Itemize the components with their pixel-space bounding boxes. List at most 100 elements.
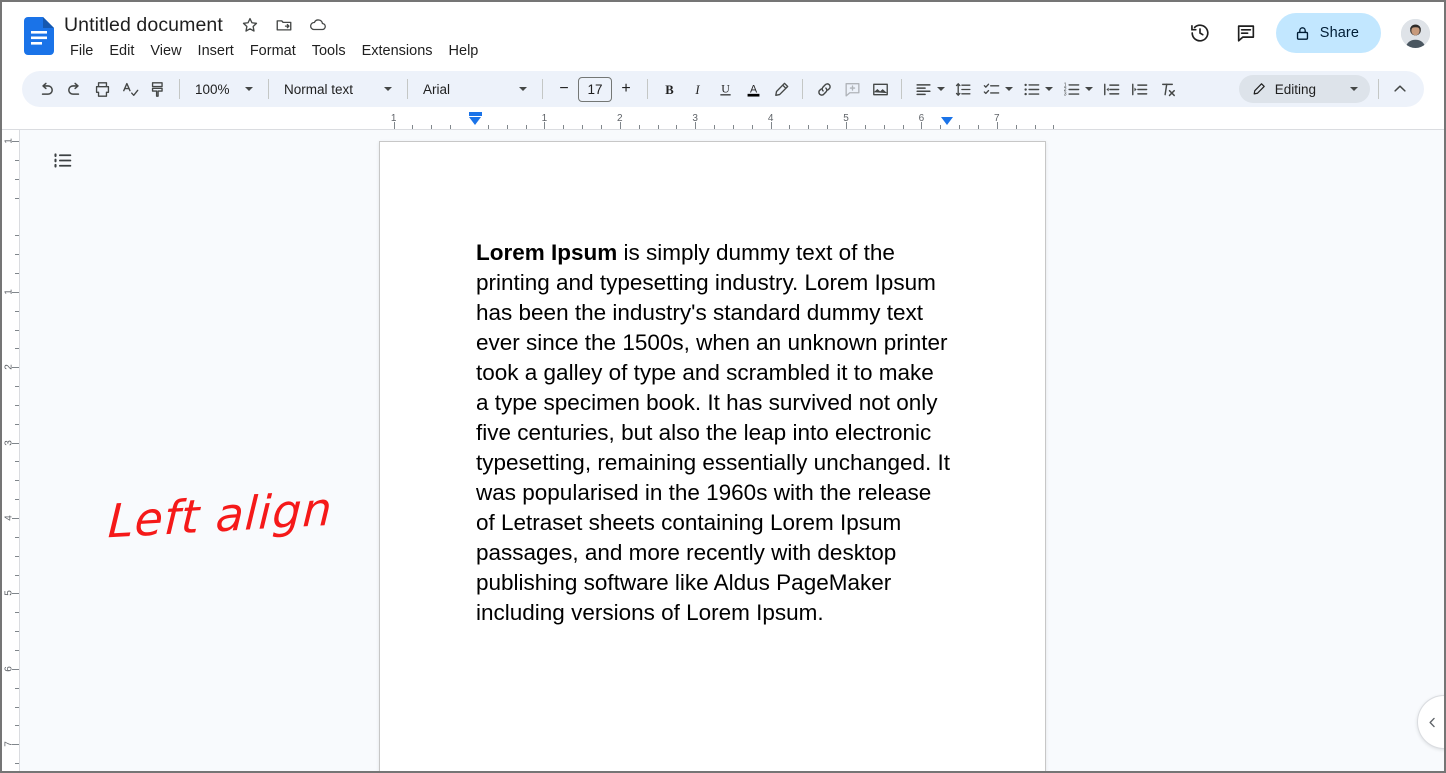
- ruler-tick-minor: [1053, 125, 1055, 129]
- ruler-tick-minor: [506, 125, 508, 129]
- left-indent-marker[interactable]: [469, 112, 482, 116]
- menu-view[interactable]: View: [142, 41, 189, 61]
- ruler-tick-minor: [431, 125, 433, 129]
- bulleted-list-icon[interactable]: [1017, 75, 1045, 103]
- chevron-down-icon[interactable]: [1045, 87, 1053, 91]
- comment-icon[interactable]: [1226, 13, 1266, 53]
- editing-mode-label: Editing: [1274, 81, 1316, 97]
- page-title[interactable]: Untitled document: [62, 13, 225, 38]
- toolbar-container: 100% Normal text Arial − 17 + B I U A 1 …: [0, 68, 1446, 110]
- paint-format-button[interactable]: [144, 75, 172, 103]
- align-control[interactable]: [909, 75, 949, 103]
- ruler-tick-minor: [412, 125, 414, 129]
- chevron-down-icon[interactable]: [1085, 87, 1093, 91]
- zoom-value: 100%: [195, 81, 230, 97]
- chevron-down-icon[interactable]: [1005, 87, 1013, 91]
- checklist-icon[interactable]: [977, 75, 1005, 103]
- decrease-font-size-button[interactable]: −: [550, 75, 578, 103]
- text-color-button[interactable]: A: [739, 75, 767, 103]
- avatar[interactable]: [1399, 16, 1432, 50]
- editing-mode-dropdown[interactable]: Editing: [1238, 75, 1370, 103]
- spellcheck-button[interactable]: [116, 75, 144, 103]
- increase-font-size-button[interactable]: +: [612, 75, 640, 103]
- cloud-saved-icon[interactable]: [307, 14, 329, 36]
- align-left-icon[interactable]: [909, 75, 937, 103]
- underline-button[interactable]: U: [711, 75, 739, 103]
- ruler-label: 3: [692, 113, 698, 124]
- bold-button[interactable]: B: [655, 75, 683, 103]
- ruler-tick-minor: [959, 125, 961, 129]
- move-to-folder-icon[interactable]: [273, 14, 295, 36]
- italic-button[interactable]: I: [683, 75, 711, 103]
- chevron-down-icon: [384, 87, 392, 91]
- insert-image-button[interactable]: [866, 75, 894, 103]
- paragraph-bold-lead: Lorem Ipsum: [476, 240, 618, 265]
- menu-extensions[interactable]: Extensions: [354, 41, 441, 61]
- undo-button[interactable]: [32, 75, 60, 103]
- print-button[interactable]: [88, 75, 116, 103]
- first-line-indent-marker[interactable]: [469, 117, 481, 125]
- vruler-tick-minor: [15, 725, 19, 727]
- menu-insert[interactable]: Insert: [190, 41, 242, 61]
- paragraph-body-text: is simply dummy text of the printing and…: [476, 240, 951, 625]
- svg-text:A: A: [749, 83, 757, 95]
- vruler-label: 4: [3, 515, 15, 521]
- ruler-tick-minor: [883, 125, 885, 129]
- svg-text:3: 3: [1063, 91, 1066, 97]
- ruler-tick-minor: [714, 125, 716, 129]
- menu-format[interactable]: Format: [242, 41, 304, 61]
- increase-indent-button[interactable]: [1125, 75, 1153, 103]
- document-paragraph[interactable]: Lorem Ipsum is simply dummy text of the …: [476, 238, 951, 628]
- vruler-tick-minor: [15, 480, 19, 482]
- chevron-down-icon[interactable]: [937, 87, 945, 91]
- right-indent-marker[interactable]: [941, 117, 953, 125]
- star-icon[interactable]: [239, 14, 261, 36]
- collapse-toolbar-button[interactable]: [1386, 75, 1414, 103]
- ruler-tick-minor: [940, 125, 942, 129]
- header-actions: Share: [1180, 13, 1432, 53]
- ruler-tick-minor: [450, 125, 452, 129]
- docs-file-icon[interactable]: [24, 17, 54, 55]
- document-outline-icon[interactable]: [42, 140, 82, 180]
- clear-formatting-button[interactable]: [1153, 75, 1181, 103]
- line-spacing-button[interactable]: [949, 75, 977, 103]
- bulleted-list-control[interactable]: [1017, 75, 1057, 103]
- zoom-dropdown[interactable]: 100%: [187, 75, 261, 103]
- menu-file[interactable]: File: [62, 41, 101, 61]
- pencil-icon: [1253, 83, 1265, 95]
- insert-link-button[interactable]: [810, 75, 838, 103]
- highlight-color-button[interactable]: [767, 75, 795, 103]
- svg-text:B: B: [665, 82, 674, 96]
- numbered-list-control[interactable]: 1 2 3: [1057, 75, 1097, 103]
- vruler-tick-minor: [15, 631, 19, 633]
- ruler-tick-minor: [487, 125, 489, 129]
- redo-button[interactable]: [60, 75, 88, 103]
- vruler-tick-minor: [15, 461, 19, 463]
- document-page[interactable]: Lorem Ipsum is simply dummy text of the …: [379, 141, 1046, 773]
- menu-edit[interactable]: Edit: [101, 41, 142, 61]
- numbered-list-icon[interactable]: 1 2 3: [1057, 75, 1085, 103]
- horizontal-ruler[interactable]: 1 1 2 3 4 5 6 7: [0, 110, 1446, 130]
- toolbar-divider: [407, 79, 408, 99]
- checklist-control[interactable]: [977, 75, 1017, 103]
- font-size-input[interactable]: 17: [578, 76, 612, 102]
- menu-help[interactable]: Help: [441, 41, 487, 61]
- version-history-icon[interactable]: [1180, 13, 1220, 53]
- vruler-label: 2: [3, 364, 15, 370]
- ruler-label: 1: [390, 113, 397, 124]
- ruler-label: 5: [843, 113, 849, 124]
- menu-tools[interactable]: Tools: [304, 41, 354, 61]
- app-header: Untitled document File Edit View Insert …: [0, 0, 1446, 68]
- vruler-label: 6: [3, 666, 15, 672]
- vruler-tick-minor: [15, 706, 19, 708]
- vruler-tick-minor: [15, 499, 19, 501]
- vertical-ruler[interactable]: 1 1 2 3 4 5 6 7: [0, 130, 20, 773]
- side-panel-toggle[interactable]: [1417, 695, 1446, 749]
- ruler-label: 2: [617, 113, 623, 124]
- share-button[interactable]: Share: [1275, 13, 1381, 53]
- paragraph-style-dropdown[interactable]: Normal text: [276, 75, 400, 103]
- decrease-indent-button[interactable]: [1097, 75, 1125, 103]
- add-comment-button[interactable]: [838, 75, 866, 103]
- font-family-dropdown[interactable]: Arial: [415, 75, 535, 103]
- menu-bar: File Edit View Insert Format Tools Exten…: [62, 41, 486, 61]
